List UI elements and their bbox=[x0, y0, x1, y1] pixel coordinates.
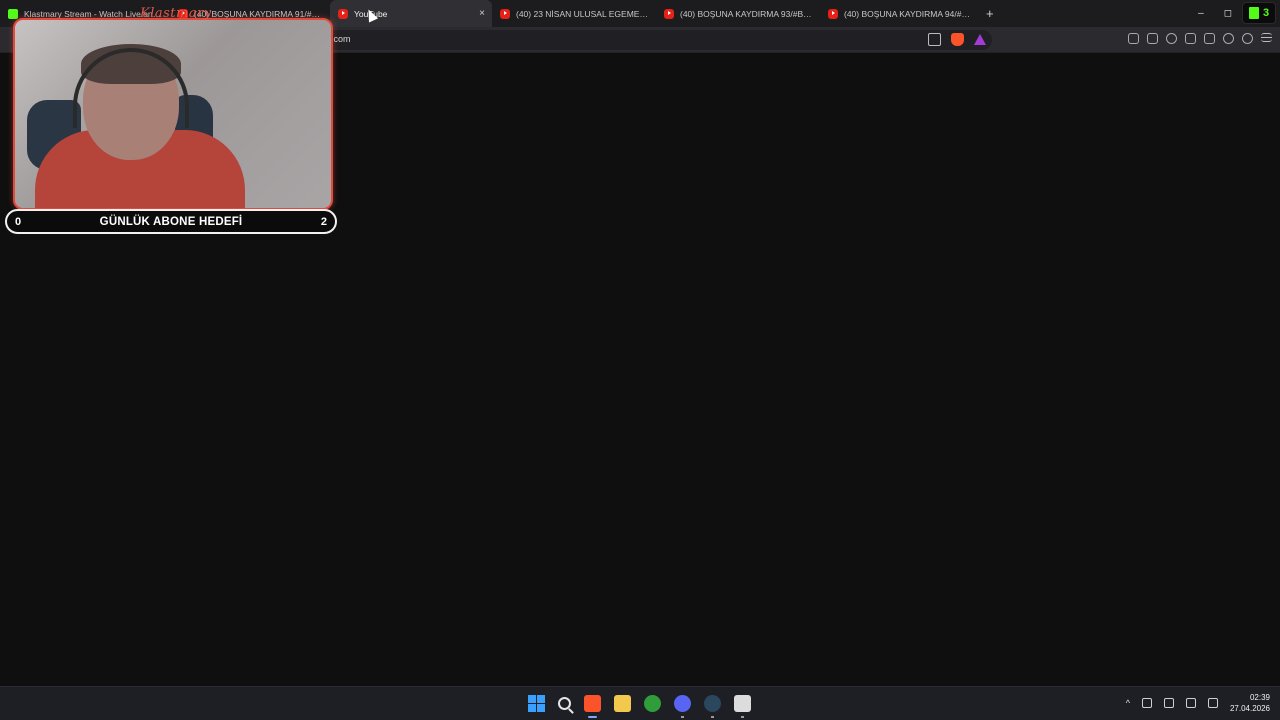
app-icon[interactable] bbox=[734, 695, 751, 718]
taskbar-apps bbox=[528, 695, 751, 718]
clock[interactable]: 02:39 27.04.2026 bbox=[1230, 692, 1270, 714]
restore-button[interactable]: ◻ bbox=[1224, 8, 1232, 19]
brave-icon[interactable] bbox=[584, 695, 601, 718]
taskbar: ^ 02:39 27.04.2026 bbox=[0, 686, 1280, 720]
wifi-icon[interactable] bbox=[1163, 698, 1174, 708]
goal-current: 0 bbox=[15, 215, 22, 228]
microphone-icon[interactable] bbox=[1141, 698, 1152, 708]
volume-icon[interactable] bbox=[1185, 698, 1196, 708]
search-icon[interactable] bbox=[558, 697, 571, 710]
share-icon[interactable] bbox=[928, 33, 941, 46]
brave-rewards-icon[interactable] bbox=[974, 34, 986, 45]
goal-target: 2 bbox=[320, 215, 327, 228]
cam-title: Klastmary bbox=[140, 6, 212, 21]
leo-ai-icon[interactable] bbox=[1223, 33, 1234, 44]
address-bar[interactable]: e.com bbox=[312, 30, 992, 50]
green-app-icon[interactable] bbox=[644, 695, 661, 712]
clock-time: 02:39 bbox=[1249, 693, 1270, 702]
kick-badge-count: 3 bbox=[1262, 7, 1270, 19]
menu-icon[interactable] bbox=[1261, 33, 1272, 42]
minimize-button[interactable]: – bbox=[1198, 8, 1204, 19]
tab-bk94[interactable]: (40) BOŞUNA KAYDIRMA 94/#BK94 bbox=[820, 0, 980, 27]
kick-overlay-badge: 3 bbox=[1242, 2, 1276, 24]
tab-23-nisan[interactable]: (40) 23 NİSAN ULUSAL EGEMENLİK VE ÇOCUK … bbox=[492, 0, 656, 27]
kick-icon bbox=[8, 8, 18, 19]
screenshot-icon[interactable] bbox=[1147, 33, 1158, 44]
extensions-icon[interactable] bbox=[1128, 33, 1139, 44]
discord-icon[interactable] bbox=[674, 695, 691, 718]
steam-icon[interactable] bbox=[704, 695, 721, 718]
system-tray: ^ 02:39 27.04.2026 bbox=[1126, 692, 1270, 714]
media-icon[interactable] bbox=[1166, 33, 1177, 44]
tab-title: (40) BOŞUNA KAYDIRMA 93/#BK93 bbox=[680, 8, 812, 19]
browser-window: Klastmary Stream - Watch Live on Kick (4… bbox=[0, 0, 1280, 720]
webcam-overlay bbox=[13, 18, 333, 210]
vpn-icon[interactable] bbox=[1242, 33, 1253, 44]
toolbar-actions bbox=[1128, 33, 1272, 44]
start-icon[interactable] bbox=[528, 695, 545, 712]
tab-youtube[interactable]: YouTube × bbox=[330, 0, 492, 27]
clock-date: 27.04.2026 bbox=[1229, 704, 1270, 713]
youtube-icon bbox=[664, 8, 674, 19]
youtube-icon bbox=[338, 8, 348, 19]
tab-bk93[interactable]: (40) BOŞUNA KAYDIRMA 93/#BK93 bbox=[656, 0, 820, 27]
tray-chevron-icon[interactable]: ^ bbox=[1126, 698, 1130, 708]
tab-close-icon[interactable]: × bbox=[479, 8, 485, 19]
kick-logo-icon bbox=[1248, 7, 1259, 19]
goal-label: GÜNLÜK ABONE HEDEFİ bbox=[99, 215, 243, 228]
tab-title: (40) BOŞUNA KAYDIRMA 91/#BK91 bbox=[194, 8, 322, 19]
tab-title: (40) 23 NİSAN ULUSAL EGEMENLİK VE ÇOCUK … bbox=[516, 8, 648, 19]
file-explorer-icon[interactable] bbox=[614, 695, 631, 712]
sidebar-icon[interactable] bbox=[1185, 33, 1196, 44]
tab-title: (40) BOŞUNA KAYDIRMA 94/#BK94 bbox=[844, 8, 972, 19]
battery-icon[interactable] bbox=[1207, 698, 1218, 708]
brave-shields-icon[interactable] bbox=[951, 33, 964, 46]
youtube-icon bbox=[500, 8, 510, 19]
youtube-icon bbox=[828, 8, 838, 19]
window-controls: – ◻ bbox=[1198, 0, 1232, 27]
wallet-icon[interactable] bbox=[1204, 33, 1215, 44]
new-tab-button[interactable]: + bbox=[986, 6, 994, 21]
subscriber-goal-bar: 0 GÜNLÜK ABONE HEDEFİ 2 bbox=[5, 209, 337, 234]
